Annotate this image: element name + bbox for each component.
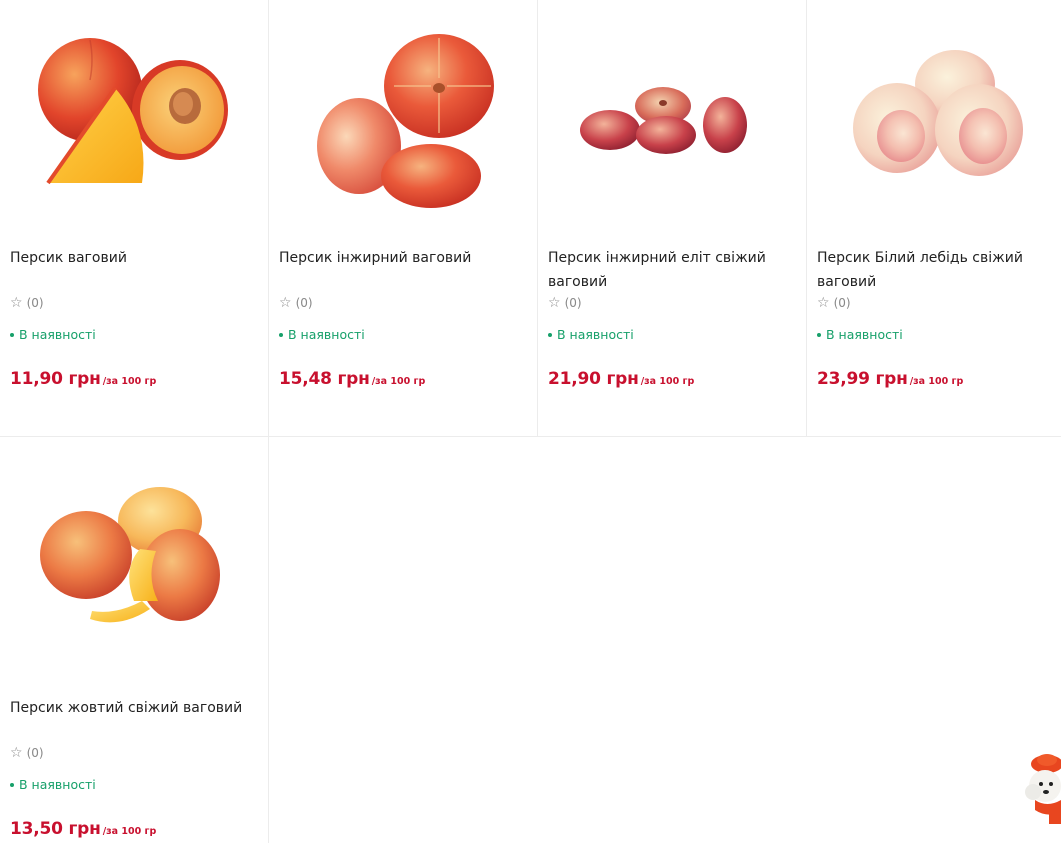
product-image-flat-peach-small[interactable] bbox=[568, 18, 768, 218]
stock-status: В наявності bbox=[10, 327, 96, 342]
price-amount: 21,90 грн bbox=[548, 369, 639, 389]
product-grid: Персик ваговий ☆ (0) В наявності 11,90 г… bbox=[0, 0, 1061, 843]
product-card[interactable]: Персик жовтий свіжий ваговий ☆ (0) В ная… bbox=[0, 437, 269, 843]
product-price: 13,50 грн /за 100 гр bbox=[10, 819, 156, 839]
stock-status: В наявності bbox=[279, 327, 365, 342]
rating-count: (0) bbox=[26, 746, 44, 760]
rating-count: (0) bbox=[833, 296, 851, 310]
product-price: 21,90 грн /за 100 гр bbox=[548, 369, 694, 389]
price-amount: 11,90 грн bbox=[10, 369, 101, 389]
rating-count: (0) bbox=[295, 296, 313, 310]
product-name[interactable]: Персик інжирний ваговий bbox=[279, 246, 519, 270]
product-card[interactable]: Персик Білий лебідь свіжий ваговий ☆ (0)… bbox=[807, 0, 1061, 437]
product-rating[interactable]: ☆ (0) bbox=[279, 295, 313, 311]
dot-icon bbox=[10, 782, 14, 787]
stock-label: В наявності bbox=[826, 327, 903, 342]
star-outline-icon: ☆ bbox=[817, 295, 830, 311]
product-image-yellow-peach[interactable] bbox=[30, 469, 230, 669]
product-name[interactable]: Персик інжирний еліт свіжий ваговий bbox=[548, 246, 788, 294]
product-card[interactable]: Персик інжирний еліт свіжий ваговий ☆ (0… bbox=[538, 0, 807, 437]
price-unit: /за 100 гр bbox=[102, 376, 157, 387]
star-outline-icon: ☆ bbox=[10, 745, 23, 761]
product-card[interactable]: Персик ваговий ☆ (0) В наявності 11,90 г… bbox=[0, 0, 269, 437]
product-rating[interactable]: ☆ (0) bbox=[10, 295, 44, 311]
product-price: 23,99 грн /за 100 гр bbox=[817, 369, 963, 389]
product-rating[interactable]: ☆ (0) bbox=[548, 295, 582, 311]
stock-label: В наявності bbox=[19, 327, 96, 342]
product-rating[interactable]: ☆ (0) bbox=[817, 295, 851, 311]
price-unit: /за 100 гр bbox=[640, 376, 695, 387]
stock-status: В наявності bbox=[10, 777, 96, 792]
product-price: 11,90 грн /за 100 гр bbox=[10, 369, 156, 389]
product-name[interactable]: Персик ваговий bbox=[10, 246, 250, 270]
stock-label: В наявності bbox=[288, 327, 365, 342]
stock-status: В наявності bbox=[548, 327, 634, 342]
star-outline-icon: ☆ bbox=[10, 295, 23, 311]
star-outline-icon: ☆ bbox=[279, 295, 292, 311]
stock-label: В наявності bbox=[557, 327, 634, 342]
price-amount: 15,48 грн bbox=[279, 369, 370, 389]
dot-icon bbox=[10, 332, 14, 337]
dot-icon bbox=[817, 332, 821, 337]
product-card[interactable]: Персик інжирний ваговий ☆ (0) В наявност… bbox=[269, 0, 538, 437]
dot-icon bbox=[279, 332, 283, 337]
product-image-flat-peach[interactable] bbox=[299, 18, 499, 218]
price-unit: /за 100 гр bbox=[371, 376, 426, 387]
product-name[interactable]: Персик жовтий свіжий ваговий bbox=[10, 696, 250, 720]
price-unit: /за 100 гр bbox=[909, 376, 964, 387]
price-unit: /за 100 гр bbox=[102, 826, 157, 837]
price-amount: 13,50 грн bbox=[10, 819, 101, 839]
stock-status: В наявності bbox=[817, 327, 903, 342]
product-price: 15,48 грн /за 100 гр bbox=[279, 369, 425, 389]
price-amount: 23,99 грн bbox=[817, 369, 908, 389]
dog-mascot-icon[interactable] bbox=[1021, 748, 1061, 828]
dot-icon bbox=[548, 332, 552, 337]
product-image-peach-halved[interactable] bbox=[30, 18, 230, 218]
rating-count: (0) bbox=[564, 296, 582, 310]
product-image-white-peach[interactable] bbox=[837, 18, 1037, 218]
product-rating[interactable]: ☆ (0) bbox=[10, 745, 44, 761]
rating-count: (0) bbox=[26, 296, 44, 310]
star-outline-icon: ☆ bbox=[548, 295, 561, 311]
product-name[interactable]: Персик Білий лебідь свіжий ваговий bbox=[817, 246, 1057, 294]
stock-label: В наявності bbox=[19, 777, 96, 792]
